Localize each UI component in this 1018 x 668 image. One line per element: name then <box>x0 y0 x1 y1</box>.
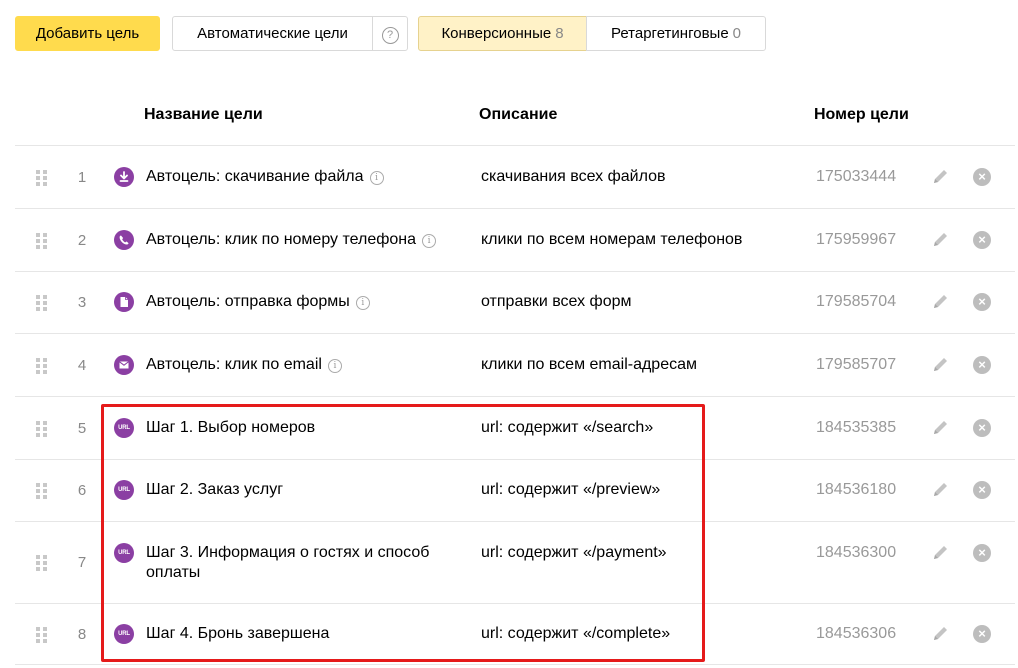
goal-description: url: содержит «/search» <box>481 418 654 436</box>
help-icon: ? <box>381 27 399 44</box>
edit-icon[interactable] <box>929 229 951 251</box>
goal-number: 179585704 <box>816 293 897 310</box>
goal-name-text: Шаг 2. Заказ услуг <box>146 481 284 498</box>
phone-icon <box>114 229 134 250</box>
edit-icon[interactable] <box>929 354 951 376</box>
drag-handle-icon[interactable] <box>36 627 48 643</box>
delete-icon[interactable]: × <box>973 230 991 249</box>
row-index: 2 <box>77 231 87 249</box>
goals-table: 1 Автоцель: скачивание файла i скачивания в… <box>15 145 1015 665</box>
goal-number: 184536180 <box>816 481 897 498</box>
download-icon <box>114 166 134 187</box>
goal-description: клики по всем email-адресам <box>481 355 697 373</box>
goal-name: Шаг 1. Выбор номеров <box>146 418 446 438</box>
row-index: 3 <box>77 294 87 311</box>
auto-goals-help-button[interactable]: ? <box>372 16 408 51</box>
goal-name: Автоцель: скачивание файла i <box>146 167 446 187</box>
url-icon: URL <box>114 624 134 644</box>
form-icon <box>114 292 134 312</box>
table-row[interactable]: 8 URL Шаг 4. Бронь завершена url: содержит … <box>15 603 1015 665</box>
edit-icon[interactable] <box>929 291 951 313</box>
delete-icon[interactable]: × <box>973 544 991 562</box>
goal-number: 179585707 <box>816 355 897 373</box>
url-icon: URL <box>114 480 134 500</box>
tab-conversion-count: 8 <box>555 25 564 42</box>
goal-name: Шаг 2. Заказ услуг <box>146 480 446 500</box>
row-index: 1 <box>77 168 87 186</box>
edit-icon[interactable] <box>929 542 951 564</box>
goal-name: Автоцель: клик по номеру телефона i <box>146 230 446 250</box>
column-header-name: Название цели <box>144 106 263 123</box>
delete-icon[interactable]: × <box>973 167 991 186</box>
table-row[interactable]: 5 URL Шаг 1. Выбор номеров url: содержит «/… <box>15 396 1015 459</box>
goal-description: url: содержит «/payment» <box>481 544 667 561</box>
table-row[interactable]: 3 Автоцель: отправка формы i отправки всех … <box>15 271 1015 333</box>
row-index: 8 <box>77 626 87 643</box>
goal-name-text: Автоцель: клик по номеру телефона <box>146 230 417 248</box>
url-icon: URL <box>114 417 134 438</box>
goal-name-text: Автоцель: скачивание файла <box>146 167 364 185</box>
table-row[interactable]: 1 Автоцель: скачивание файла i скачивания в… <box>15 145 1015 208</box>
goal-description: отправки всех форм <box>481 293 632 310</box>
goal-number: 184536306 <box>816 625 897 642</box>
goal-number: 184536300 <box>816 544 897 561</box>
row-index: 6 <box>77 482 87 499</box>
tab-conversion[interactable]: Конверсионные 8 <box>418 16 587 51</box>
column-header-number: Номер цели <box>814 106 909 123</box>
tab-retargeting[interactable]: Ретаргетинговые 0 <box>586 16 766 51</box>
drag-handle-icon[interactable] <box>36 232 48 249</box>
delete-icon[interactable]: × <box>973 625 991 643</box>
delete-icon[interactable]: × <box>973 355 991 374</box>
goal-name-text: Шаг 4. Бронь завершена <box>146 625 330 642</box>
delete-icon[interactable]: × <box>973 293 991 311</box>
table-row[interactable]: 2 Автоцель: клик по номеру телефона i клики… <box>15 208 1015 271</box>
goal-description: url: содержит «/complete» <box>481 625 671 642</box>
edit-icon[interactable] <box>929 623 951 645</box>
goal-name: Шаг 3. Информация о гостях и способ опла… <box>146 543 446 583</box>
tab-retargeting-label: Ретаргетинговые <box>610 25 729 42</box>
info-icon[interactable]: i <box>369 170 384 185</box>
row-index: 5 <box>77 419 87 437</box>
tab-conversion-label: Конверсионные <box>441 25 552 42</box>
goal-description: скачивания всех файлов <box>481 167 666 185</box>
delete-icon[interactable]: × <box>973 481 991 499</box>
goal-name-text: Шаг 3. Информация о гостях и способ опла… <box>146 544 430 581</box>
info-icon[interactable]: i <box>327 358 342 373</box>
drag-handle-icon[interactable] <box>36 420 48 437</box>
drag-handle-icon[interactable] <box>36 357 48 374</box>
auto-goals-button[interactable]: Автоматические цели <box>172 16 373 51</box>
email-icon <box>114 354 134 375</box>
goal-name-text: Шаг 1. Выбор номеров <box>146 418 316 436</box>
url-icon: URL <box>114 543 134 563</box>
goal-name-text: Автоцель: отправка формы <box>146 293 350 310</box>
goal-number: 184535385 <box>816 418 897 436</box>
goal-number: 175959967 <box>816 230 897 248</box>
table-row[interactable]: 7 URL Шаг 3. Информация о гостях и способ … <box>15 521 1015 603</box>
delete-icon[interactable]: × <box>973 418 991 437</box>
drag-handle-icon[interactable] <box>36 169 48 186</box>
goal-description: клики по всем номерам телефонов <box>481 230 743 248</box>
tab-retargeting-count: 0 <box>732 25 741 42</box>
table-row[interactable]: 4 Автоцель: клик по email i клики по всем e… <box>15 333 1015 396</box>
add-goal-button[interactable]: Добавить цель <box>15 16 160 51</box>
table-row[interactable]: 6 URL Шаг 2. Заказ услуг url: содержит «/pr… <box>15 459 1015 521</box>
goal-name: Автоцель: отправка формы i <box>146 292 446 312</box>
drag-handle-icon[interactable] <box>36 555 48 571</box>
drag-handle-icon[interactable] <box>36 295 48 311</box>
goal-name: Шаг 4. Бронь завершена <box>146 624 446 644</box>
goal-description: url: содержит «/preview» <box>481 481 661 498</box>
goal-name-text: Автоцель: клик по email <box>146 355 322 373</box>
edit-icon[interactable] <box>929 166 951 188</box>
goal-name: Автоцель: клик по email i <box>146 355 446 375</box>
info-icon[interactable]: i <box>422 233 437 248</box>
column-header-description: Описание <box>479 106 558 123</box>
edit-icon[interactable] <box>929 479 951 501</box>
edit-icon[interactable] <box>929 417 951 439</box>
goal-number: 175033444 <box>816 167 897 185</box>
info-icon[interactable]: i <box>355 296 370 310</box>
row-index: 7 <box>77 554 87 571</box>
drag-handle-icon[interactable] <box>36 483 48 499</box>
row-index: 4 <box>77 356 87 374</box>
